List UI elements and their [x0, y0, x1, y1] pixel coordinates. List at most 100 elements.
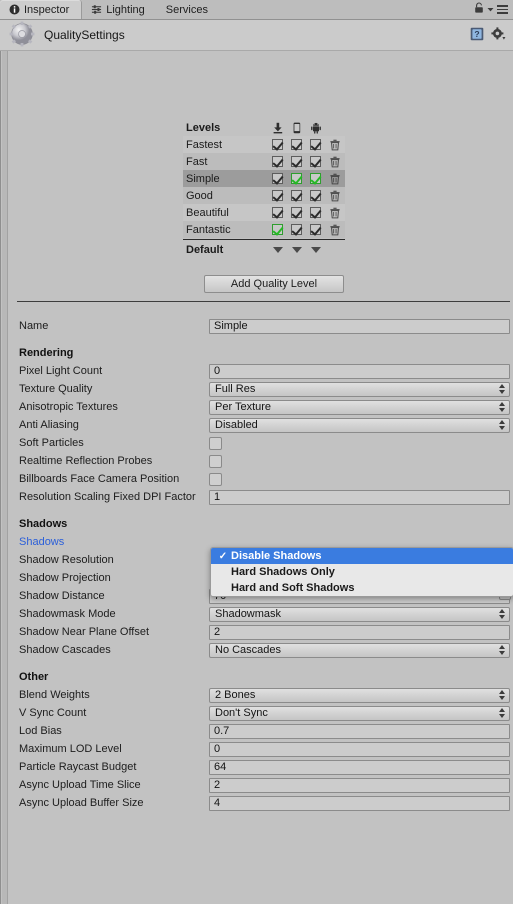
- levels-header-label: Levels: [186, 121, 221, 134]
- quality-level-row[interactable]: Fast: [183, 153, 345, 170]
- android-platform-icon[interactable]: [306, 122, 325, 134]
- platform-enabled-checkbox[interactable]: [306, 173, 325, 184]
- platform-enabled-checkbox[interactable]: [268, 224, 287, 235]
- dropdown-option[interactable]: Hard Shadows Only: [211, 564, 513, 580]
- property-control: No Cascades: [209, 642, 513, 658]
- default-android-dropdown[interactable]: [306, 246, 325, 253]
- text-field[interactable]: 1: [209, 489, 510, 505]
- trash-icon[interactable]: [325, 173, 344, 185]
- checkbox-icon[interactable]: [310, 173, 321, 184]
- text-field[interactable]: 0: [209, 741, 510, 757]
- property-label: V Sync Count: [19, 707, 87, 719]
- checkbox-icon[interactable]: [310, 139, 321, 150]
- help-book-icon[interactable]: ?: [470, 27, 484, 44]
- checkbox-icon[interactable]: [310, 224, 321, 235]
- platform-enabled-checkbox[interactable]: [287, 207, 306, 218]
- hamburger-menu-icon[interactable]: [497, 5, 508, 14]
- platform-enabled-checkbox[interactable]: [306, 156, 325, 167]
- name-input[interactable]: Simple: [209, 318, 510, 334]
- platform-enabled-checkbox[interactable]: [287, 224, 306, 235]
- tab-inspector[interactable]: Inspector: [0, 0, 83, 19]
- platform-enabled-checkbox[interactable]: [287, 139, 306, 150]
- platform-enabled-checkbox[interactable]: [268, 190, 287, 201]
- checkbox-icon[interactable]: [291, 224, 302, 235]
- checkbox-icon[interactable]: [310, 207, 321, 218]
- dropdown-field[interactable]: Full Res: [209, 381, 510, 397]
- updown-arrows-icon: [499, 708, 505, 718]
- platform-enabled-checkbox[interactable]: [306, 139, 325, 150]
- text-field[interactable]: 2: [209, 777, 510, 793]
- property-label: Anti Aliasing: [19, 419, 79, 431]
- platform-enabled-checkbox[interactable]: [268, 173, 287, 184]
- dropdown-option-label: Hard and Soft Shadows: [231, 582, 355, 594]
- checkbox-icon[interactable]: [272, 139, 283, 150]
- checkbox-icon[interactable]: [291, 207, 302, 218]
- dropdown-field[interactable]: Shadowmask: [209, 606, 510, 622]
- lock-icon[interactable]: [474, 2, 484, 17]
- dropdown-field[interactable]: Per Texture: [209, 399, 510, 415]
- text-field[interactable]: 0.7: [209, 723, 510, 739]
- checkbox-icon[interactable]: [272, 156, 283, 167]
- inspector-body: Levels Fastest Fast Simple Good Beautifu…: [0, 51, 513, 904]
- ios-platform-icon[interactable]: [287, 122, 306, 134]
- quality-level-row[interactable]: Fastest: [183, 136, 345, 153]
- dropdown-field[interactable]: 2 Bones: [209, 687, 510, 703]
- standalone-platform-icon[interactable]: [268, 122, 287, 134]
- text-field[interactable]: 0: [209, 363, 510, 379]
- checkbox-icon[interactable]: [310, 190, 321, 201]
- platform-enabled-checkbox[interactable]: [306, 207, 325, 218]
- text-field[interactable]: 2: [209, 624, 510, 640]
- dropdown-field[interactable]: Disabled: [209, 417, 510, 433]
- updown-arrows-icon: [499, 645, 505, 655]
- dropdown-option[interactable]: Hard and Soft Shadows: [211, 580, 513, 596]
- chevron-down-icon[interactable]: [487, 4, 494, 16]
- trash-icon[interactable]: [325, 156, 344, 168]
- quality-level-row[interactable]: Beautiful: [183, 204, 345, 221]
- dropdown-option[interactable]: ✓ Disable Shadows: [211, 548, 513, 564]
- property-row: V Sync Count Don't Sync: [1, 704, 513, 722]
- info-icon: [9, 4, 20, 15]
- checkbox-icon[interactable]: [291, 156, 302, 167]
- default-ios-dropdown[interactable]: [287, 246, 306, 253]
- quality-level-row[interactable]: Simple: [183, 170, 345, 187]
- default-standalone-dropdown[interactable]: [268, 246, 287, 253]
- quality-levels-table: Levels Fastest Fast Simple Good Beautifu…: [183, 119, 345, 258]
- checkbox-icon[interactable]: [291, 173, 302, 184]
- dropdown-field[interactable]: Don't Sync: [209, 705, 510, 721]
- quality-level-row[interactable]: Good: [183, 187, 345, 204]
- platform-enabled-checkbox[interactable]: [306, 224, 325, 235]
- gear-dropdown-icon[interactable]: [491, 26, 506, 44]
- text-field[interactable]: 4: [209, 795, 510, 811]
- add-quality-level-button[interactable]: Add Quality Level: [204, 275, 344, 293]
- platform-enabled-checkbox[interactable]: [287, 156, 306, 167]
- property-control: [209, 472, 513, 486]
- trash-icon[interactable]: [325, 139, 344, 151]
- checkbox-icon[interactable]: [272, 190, 283, 201]
- checkbox-toggle[interactable]: [209, 436, 222, 450]
- checkbox-icon[interactable]: [272, 224, 283, 235]
- trash-icon[interactable]: [325, 207, 344, 219]
- quality-level-row[interactable]: Fantastic: [183, 221, 345, 238]
- text-field[interactable]: 64: [209, 759, 510, 775]
- platform-enabled-checkbox[interactable]: [268, 139, 287, 150]
- checkbox-icon[interactable]: [291, 139, 302, 150]
- platform-enabled-checkbox[interactable]: [268, 207, 287, 218]
- shadows-dropdown-popup[interactable]: ✓ Disable Shadows Hard Shadows Only Hard an…: [210, 547, 513, 597]
- platform-enabled-checkbox[interactable]: [287, 173, 306, 184]
- trash-icon[interactable]: [325, 190, 344, 202]
- checkbox-toggle[interactable]: [209, 454, 222, 468]
- tab-lighting[interactable]: Lighting: [82, 0, 157, 19]
- property-label: Shadow Resolution: [19, 554, 114, 566]
- checkbox-toggle[interactable]: [209, 472, 222, 486]
- platform-enabled-checkbox[interactable]: [268, 156, 287, 167]
- checkbox-icon[interactable]: [310, 156, 321, 167]
- property-label: Async Upload Time Slice: [19, 779, 141, 791]
- platform-enabled-checkbox[interactable]: [306, 190, 325, 201]
- checkbox-icon[interactable]: [272, 173, 283, 184]
- dropdown-field[interactable]: No Cascades: [209, 642, 510, 658]
- tab-services[interactable]: Services: [157, 0, 220, 19]
- checkbox-icon[interactable]: [272, 207, 283, 218]
- trash-icon[interactable]: [325, 224, 344, 236]
- platform-enabled-checkbox[interactable]: [287, 190, 306, 201]
- checkbox-icon[interactable]: [291, 190, 302, 201]
